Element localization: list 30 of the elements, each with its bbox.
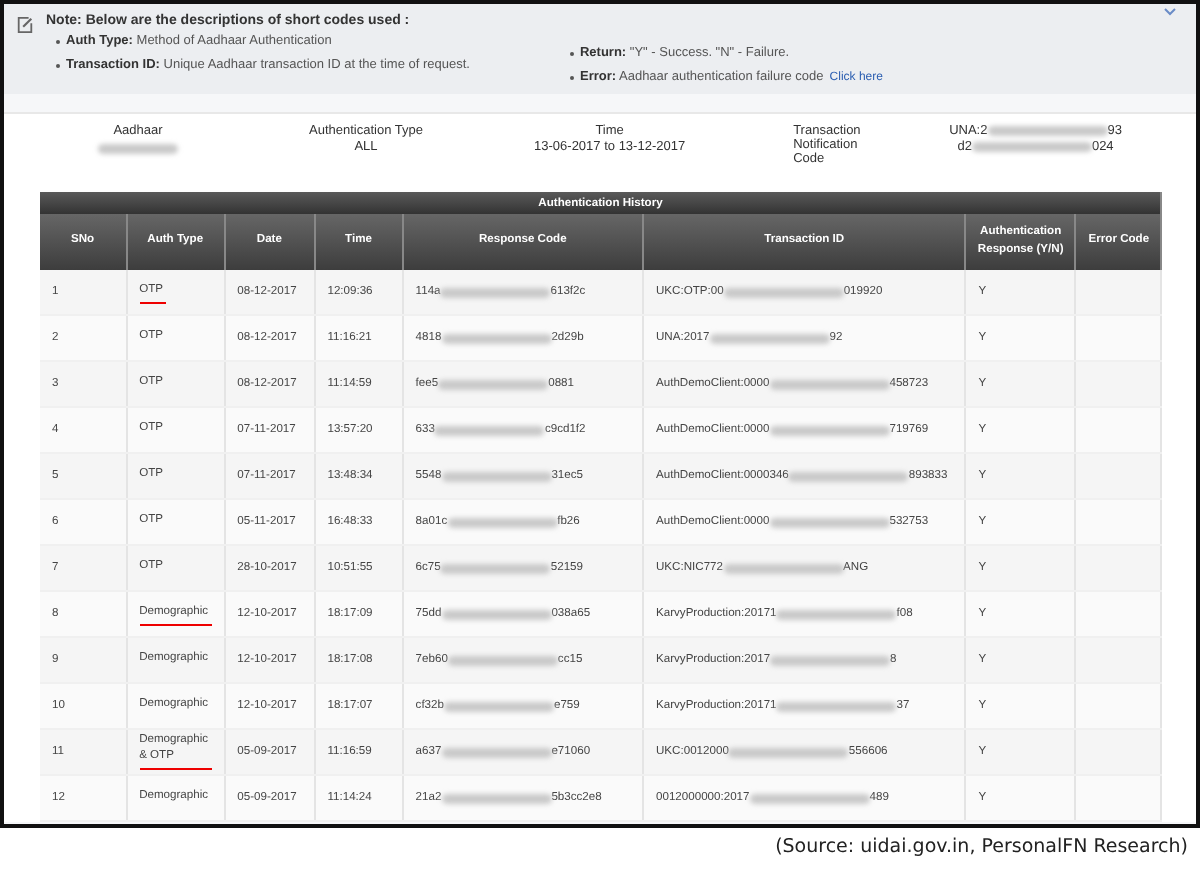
redacted-blur [749,793,870,803]
redacted-blur [438,379,549,389]
redacted-blur [441,609,552,619]
redacted-blur [770,655,891,665]
source-caption: (Source: uidai.gov.in, PersonalFN Research) [773,834,1190,858]
chevron-icon[interactable] [1164,8,1176,16]
redacted-blur [434,425,545,435]
redacted-blur [98,144,178,154]
redacted-blur [728,747,849,757]
redacted-blur [723,563,844,573]
redacted-blur [447,517,558,527]
redacted-blur [788,471,909,481]
redacted-blur [709,333,830,343]
redacted-blur [440,287,551,297]
redacted-blur [776,609,897,619]
redacted-blur [441,793,552,803]
redacted-blur [776,701,897,711]
redacted-blur [769,517,890,527]
redacted-blur [443,701,554,711]
redacted-blur [769,425,890,435]
redacted-blur [441,333,552,343]
redacted-blur [769,379,890,389]
edit-icon [16,16,34,34]
redacted-blur [447,655,558,665]
redacted-blur [440,563,551,573]
redacted-blur [971,142,1092,152]
redacted-blur [441,471,552,481]
redacted-blur [723,287,844,297]
redacted-blur [987,126,1108,136]
redacted-blur [441,747,552,757]
